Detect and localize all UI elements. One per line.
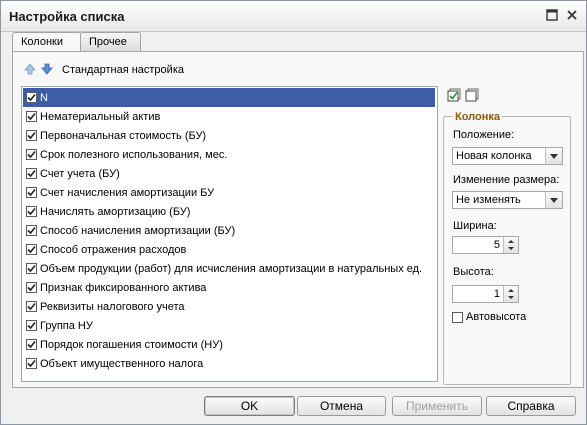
- list-toolbar: Стандартная настройка: [23, 61, 184, 79]
- dialog-window: Настройка списка Колонки Прочее Стандарт…: [0, 0, 587, 425]
- list-item-label: Начислять амортизацию (БУ): [40, 205, 191, 218]
- close-icon[interactable]: [563, 6, 581, 24]
- checkbox-checked[interactable]: [26, 282, 37, 293]
- list-item-label: Первоначальная стоимость (БУ): [40, 129, 207, 142]
- list-item-label: Признак фиксированного актива: [40, 281, 207, 294]
- width-input[interactable]: 5: [452, 236, 519, 254]
- position-label: Положение:: [453, 129, 515, 141]
- maximize-icon[interactable]: [543, 6, 561, 24]
- arrow-up-icon[interactable]: [23, 62, 37, 79]
- title-bar[interactable]: Настройка списка: [1, 1, 586, 32]
- list-item-label: Объект имущественного налога: [40, 357, 204, 370]
- checkbox-checked[interactable]: [26, 92, 37, 103]
- checkbox-checked[interactable]: [26, 111, 37, 122]
- list-item[interactable]: Объект имущественного налога: [23, 354, 435, 373]
- list-item-label: Способ начисления амортизации (БУ): [40, 224, 236, 237]
- list-item-label: N: [40, 91, 48, 104]
- help-button[interactable]: Справка: [486, 396, 576, 416]
- checkbox-unchecked[interactable]: [452, 311, 463, 323]
- tab-other[interactable]: Прочее: [80, 32, 141, 52]
- height-input[interactable]: 1: [452, 285, 519, 303]
- list-item[interactable]: Первоначальная стоимость (БУ): [23, 126, 435, 145]
- checkbox-checked[interactable]: [26, 130, 37, 141]
- checkbox-checked[interactable]: [26, 206, 37, 217]
- chevron-down-icon[interactable]: [545, 148, 562, 164]
- list-item-label: Счет учета (БУ): [40, 167, 120, 180]
- checkbox-checked[interactable]: [26, 168, 37, 179]
- list-item-label: Реквизиты налогового учета: [40, 300, 185, 313]
- checkbox-checked[interactable]: [26, 149, 37, 160]
- checkbox-checked[interactable]: [26, 244, 37, 255]
- cancel-button[interactable]: Отмена: [297, 396, 386, 416]
- list-item-label: Нематериальный актив: [40, 110, 161, 123]
- list-item[interactable]: Срок полезного использования, мес.: [23, 145, 435, 164]
- list-item[interactable]: Объем продукции (работ) для исчисления а…: [23, 259, 435, 278]
- list-item[interactable]: Счет учета (БУ): [23, 164, 435, 183]
- list-item-label: Объем продукции (работ) для исчисления а…: [40, 262, 423, 275]
- column-tools: [447, 88, 479, 105]
- checkbox-checked[interactable]: [26, 187, 37, 198]
- list-item-label: Порядок погашения стоимости (НУ): [40, 338, 223, 351]
- list-item[interactable]: Порядок погашения стоимости (НУ): [23, 335, 435, 354]
- width-label: Ширина:: [453, 220, 497, 232]
- check-all-icon[interactable]: [447, 88, 461, 105]
- height-label: Высота:: [453, 266, 494, 278]
- checkbox-checked[interactable]: [26, 225, 37, 236]
- list-item[interactable]: Нематериальный актив: [23, 107, 435, 126]
- resize-select[interactable]: Не изменять: [452, 191, 563, 209]
- chevron-down-icon[interactable]: [545, 192, 562, 208]
- uncheck-all-icon[interactable]: [465, 88, 479, 105]
- list-item[interactable]: Счет начисления амортизации БУ: [23, 183, 435, 202]
- list-item[interactable]: Признак фиксированного актива: [23, 278, 435, 297]
- list-item[interactable]: Группа НУ: [23, 316, 435, 335]
- checkbox-checked[interactable]: [26, 320, 37, 331]
- checkbox-checked[interactable]: [26, 301, 37, 312]
- height-spinner[interactable]: [503, 286, 518, 302]
- list-item[interactable]: Способ отражения расходов: [23, 240, 435, 259]
- standard-settings-link[interactable]: Стандартная настройка: [62, 64, 184, 76]
- arrow-down-icon[interactable]: [40, 62, 54, 79]
- autoheight-checkbox[interactable]: Автовысота: [452, 311, 526, 323]
- tab-panel: Стандартная настройка N Нематериальный ак…: [12, 51, 584, 388]
- checkbox-checked[interactable]: [26, 263, 37, 274]
- width-spinner[interactable]: [503, 237, 518, 253]
- checkbox-checked[interactable]: [26, 358, 37, 369]
- list-item[interactable]: Реквизиты налогового учета: [23, 297, 435, 316]
- resize-label: Изменение размера:: [453, 174, 560, 186]
- checkbox-checked[interactable]: [26, 339, 37, 350]
- group-title: Колонка: [453, 111, 502, 123]
- ok-button[interactable]: OK: [204, 396, 295, 416]
- columns-list[interactable]: N Нематериальный актив Первоначальная стои…: [21, 86, 438, 382]
- list-item[interactable]: Способ начисления амортизации (БУ): [23, 221, 435, 240]
- list-item-label: Группа НУ: [40, 319, 93, 332]
- tab-columns[interactable]: Колонки: [12, 32, 82, 53]
- column-group: Колонка Положение: Новая колонка Изменен…: [443, 111, 571, 385]
- window-title: Настройка списка: [9, 9, 125, 24]
- list-item[interactable]: N: [23, 88, 435, 107]
- list-item-label: Счет начисления амортизации БУ: [40, 186, 215, 199]
- list-item-label: Срок полезного использования, мес.: [40, 148, 228, 161]
- list-item-label: Способ отражения расходов: [40, 243, 187, 256]
- list-item[interactable]: Начислять амортизацию (БУ): [23, 202, 435, 221]
- apply-button[interactable]: Применить: [392, 396, 482, 416]
- position-select[interactable]: Новая колонка: [452, 147, 563, 165]
